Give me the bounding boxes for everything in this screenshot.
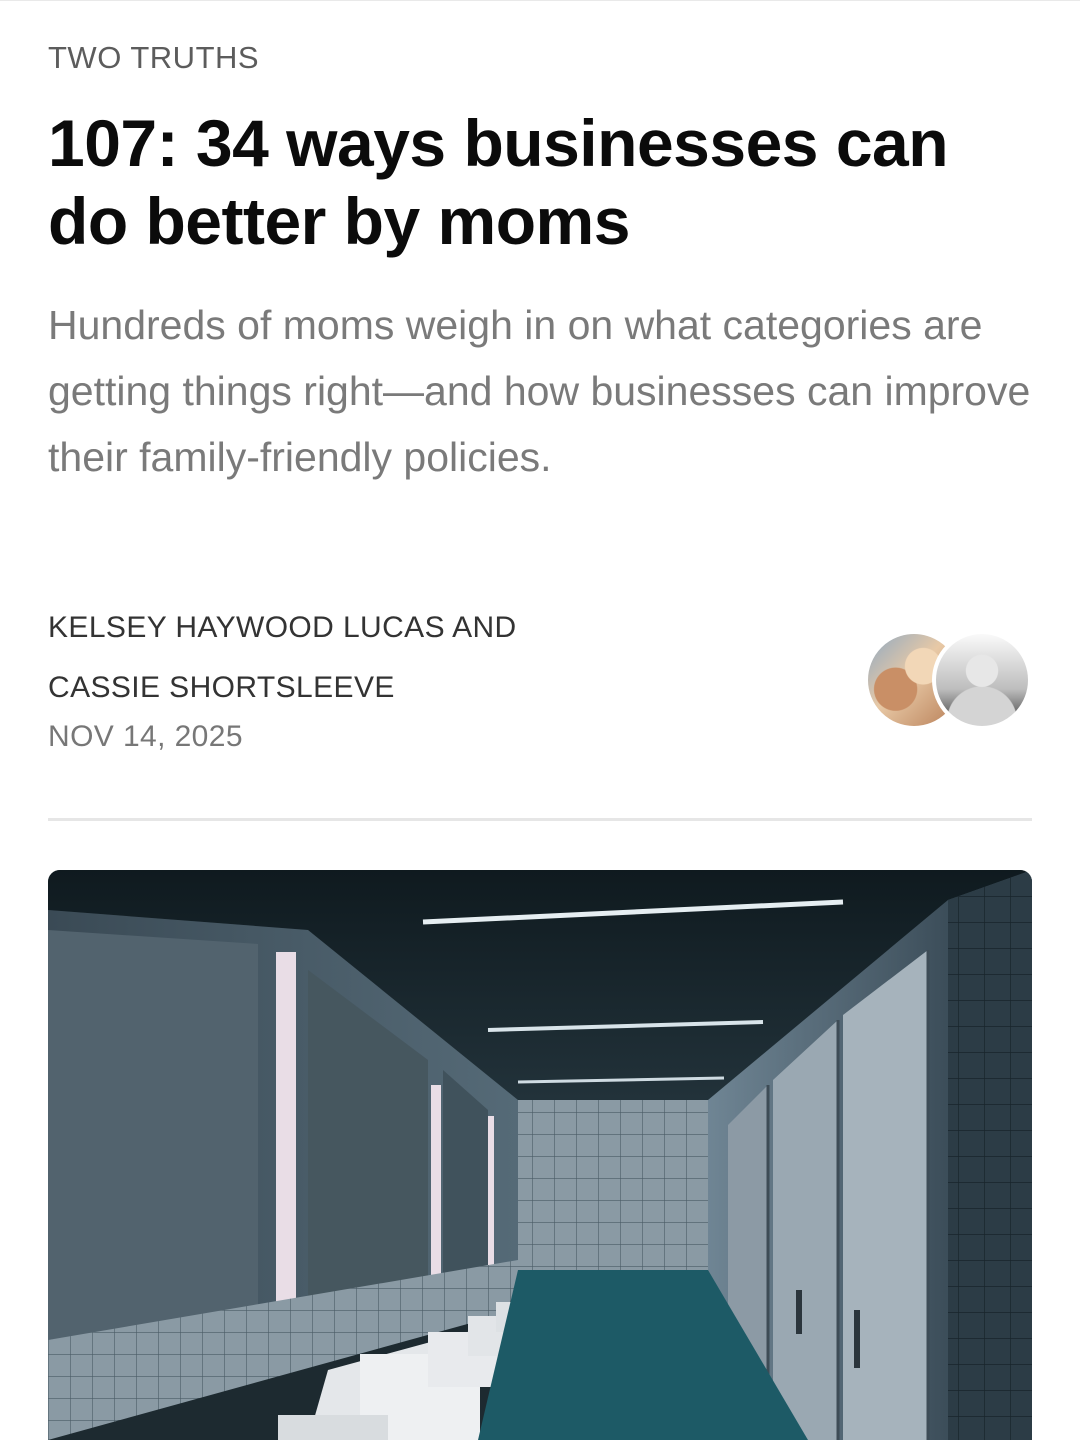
author-line-2[interactable]: CASSIE SHORTSLEEVE xyxy=(48,658,748,718)
publish-date: NOV 14, 2025 xyxy=(48,720,243,753)
article-title: 107: 34 ways businesses can do better by… xyxy=(48,106,949,258)
section-label[interactable]: TWO TRUTHS xyxy=(48,40,259,76)
author-line-1[interactable]: KELSEY HAYWOOD LUCAS AND xyxy=(48,598,748,658)
header-divider xyxy=(48,818,1032,821)
article-subtitle: Hundreds of moms weigh in on what catego… xyxy=(48,302,1031,480)
hero-image[interactable] xyxy=(48,870,1032,1440)
byline: KELSEY HAYWOOD LUCAS AND CASSIE SHORTSLE… xyxy=(48,598,748,718)
restroom-illustration xyxy=(48,870,1032,1440)
author-avatars xyxy=(864,630,1034,730)
top-divider xyxy=(0,0,1080,1)
avatar[interactable] xyxy=(932,630,1032,730)
